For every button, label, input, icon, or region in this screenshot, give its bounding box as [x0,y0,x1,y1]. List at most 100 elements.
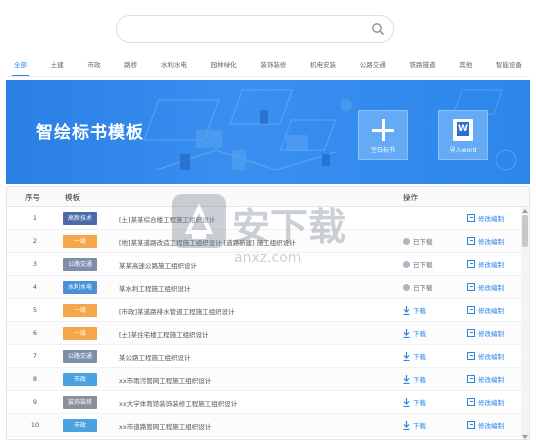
scroll-up-arrow[interactable] [522,209,528,213]
edit-button[interactable]: 修改编制 [467,328,504,338]
edit-button[interactable]: 修改编制 [467,213,504,223]
table-row[interactable]: 4 水利水电 某水利工程施工组织设计 已下载 修改编制 [7,276,523,299]
tab-all[interactable]: 全部 [12,58,29,76]
edit-label: 修改编制 [478,284,504,292]
banner-title: 智绘标书模板 [36,123,144,143]
row-index: 3 [32,260,38,268]
edit-button[interactable]: 修改编制 [467,374,504,384]
tab-municipal[interactable]: 市政 [85,58,102,76]
table-header: 序号 模板 操作 [7,187,529,207]
table-row[interactable]: 3 公路交通 某某高速公路施工组织设计 已下载 修改编制 [7,253,523,276]
edit-label: 修改编制 [478,422,504,430]
banner-illustration [143,89,352,171]
download-icon [403,420,410,430]
edit-button[interactable]: 修改编制 [467,420,504,430]
tab-water-power[interactable]: 水利水电 [159,58,189,76]
search-input[interactable] [129,21,369,39]
table-row[interactable]: 6 一级 [土]某住宅楼工程施工组织设计 下载 修改编制 [7,322,523,345]
download-button[interactable]: 下载 [403,305,426,315]
downloaded-icon [403,283,410,291]
status-label: 已下载 [413,261,433,269]
status-label: 已下载 [413,284,433,292]
row-index: 1 [32,214,38,222]
import-word-button[interactable]: W 导入word [438,110,488,160]
table-row[interactable]: 1 高新技术 [土]某某综合楼工程施工组织设计 修改编制 [7,207,523,230]
template-title[interactable]: 某水利工程施工组织设计 [119,283,191,293]
table-row[interactable]: 2 一级 [地]某某道路改造工程施工组织设计 [道路新建] 施工组织设计 已下载 修改编… [7,230,523,253]
tab-highway[interactable]: 公路交通 [358,58,388,76]
downloaded-status: 已下载 [403,236,433,246]
tab-other[interactable]: 其他 [457,58,474,76]
category-badge: 高新技术 [63,212,97,225]
edit-icon [467,306,475,314]
edit-button[interactable]: 修改编制 [467,282,504,292]
edit-button[interactable]: 修改编制 [467,259,504,269]
table-row[interactable]: 7 公路交通 某公路工程施工组织设计 下载 修改编制 [7,345,523,368]
edit-button[interactable]: 修改编制 [467,397,504,407]
table-row[interactable]: 5 一级 [市政]某道路排水管道工程施工组织设计 下载 修改编制 [7,299,523,322]
vertical-scrollbar[interactable] [521,207,529,439]
status-label: 已下载 [413,238,433,246]
template-title[interactable]: [土]某某综合楼工程施工组织设计 [119,214,215,224]
table-row[interactable]: 9 装饰装修 xx大学体育馆装饰装修工程施工组织设计 下载 修改编制 [7,391,523,414]
tab-decoration[interactable]: 装饰装修 [258,58,288,76]
table-body: 1 高新技术 [土]某某综合楼工程施工组织设计 修改编制 2 一级 [地]某某道路改造工程施… [7,207,523,439]
row-index: 9 [32,398,38,406]
download-icon [403,305,410,315]
row-index: 5 [32,306,38,314]
tab-civil[interactable]: 土建 [49,58,66,76]
table-row[interactable]: 8 市政 xx市雨污管网工程施工组织设计 下载 修改编制 [7,368,523,391]
scroll-thumb[interactable] [522,215,528,247]
edit-icon [467,214,475,222]
new-blank-button[interactable]: 空白标书 [358,110,408,160]
template-title[interactable]: 某公路工程施工组织设计 [119,352,191,362]
category-badge: 市政 [63,419,97,432]
edit-button[interactable]: 修改编制 [467,305,504,315]
download-icon [403,397,410,407]
template-title[interactable]: 某某高速公路施工组织设计 [119,260,197,270]
edit-label: 修改编制 [478,307,504,315]
tab-road-bridge[interactable]: 路桥 [122,58,139,76]
template-title[interactable]: xx市雨污管网工程施工组织设计 [119,375,211,385]
template-title[interactable]: [土]某住宅楼工程施工组织设计 [119,329,209,339]
table-row[interactable]: 11水利水电xx水库除险加固工程施工组织设计下载修改编制 [7,437,523,439]
downloaded-icon [403,237,410,245]
template-title[interactable]: xx大学体育馆装饰装修工程施工组织设计 [119,398,237,408]
status-label: 下载 [413,376,426,384]
download-button[interactable]: 下载 [403,374,426,384]
tab-mep[interactable]: 机电安装 [308,58,338,76]
template-title[interactable]: [市政]某道路排水管道工程施工组织设计 [119,306,235,316]
category-badge: 公路交通 [63,350,97,363]
import-word-label: 导入word [449,147,477,154]
edit-icon [467,329,475,337]
row-index: 2 [32,237,38,245]
tab-landscape[interactable]: 园林绿化 [209,58,239,76]
download-button[interactable]: 下载 [403,328,426,338]
edit-button[interactable]: 修改编制 [467,236,504,246]
edit-label: 修改编制 [478,215,504,223]
search-box[interactable] [116,15,394,43]
download-button[interactable]: 下载 [403,420,426,430]
edit-icon [467,283,475,291]
status-label: 下载 [413,307,426,315]
download-button[interactable]: 下载 [403,397,426,407]
table-row[interactable]: 10 市政 xx市道路管网工程施工组织设计 下载 修改编制 [7,414,523,437]
edit-button[interactable]: 修改编制 [467,351,504,361]
template-title[interactable]: [地]某某道路改造工程施工组织设计 [道路新建] 施工组织设计 [119,237,296,247]
tab-railway[interactable]: 铁路隧道 [407,58,437,76]
edit-label: 修改编制 [478,399,504,407]
category-badge: 公路交通 [63,258,97,271]
scroll-down-arrow[interactable] [522,435,528,439]
template-title[interactable]: xx市道路管网工程施工组织设计 [119,421,211,431]
edit-icon [467,421,475,429]
row-index: 8 [32,375,38,383]
edit-icon [467,260,475,268]
header-template: 模板 [65,193,80,202]
tab-smart-device[interactable]: 智能设备 [494,58,524,76]
download-button[interactable]: 下载 [403,351,426,361]
search-icon[interactable] [371,22,385,36]
banner: 智绘标书模板 空白标书 W 导入word [6,80,530,184]
edit-label: 修改编制 [478,376,504,384]
new-blank-label: 空白标书 [370,147,395,154]
downloaded-status: 已下载 [403,282,433,292]
